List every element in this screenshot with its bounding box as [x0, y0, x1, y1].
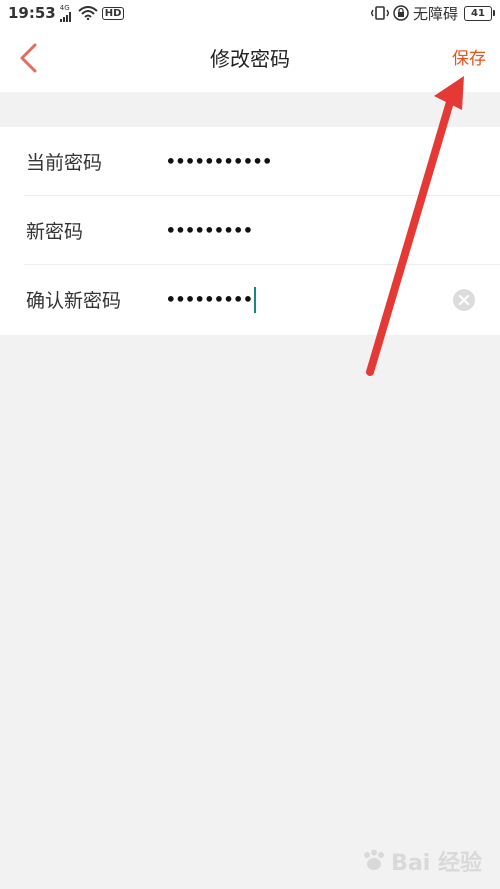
- page-title: 修改密码: [210, 47, 290, 71]
- status-left: 19:53 4G HD: [8, 3, 125, 22]
- clear-input-button[interactable]: [452, 288, 476, 312]
- vibrate-icon: [370, 6, 389, 20]
- baidu-watermark: Bai 经验: [361, 845, 482, 877]
- confirm-password-row[interactable]: 确认新密码 •••••••••: [0, 265, 500, 334]
- new-password-row[interactable]: 新密码 •••••••••: [0, 196, 500, 265]
- current-password-input[interactable]: •••••••••••: [166, 152, 272, 171]
- status-right: 无障碍 41: [370, 3, 495, 24]
- watermark-text: Bai 经验: [391, 851, 482, 876]
- new-password-input[interactable]: •••••••••: [166, 221, 253, 240]
- header-bar: 修改密码 保存: [0, 26, 500, 92]
- confirm-password-input[interactable]: •••••••••: [166, 286, 256, 313]
- confirm-password-label: 确认新密码: [26, 290, 122, 312]
- new-password-label: 新密码: [26, 221, 84, 243]
- lock-rotation-icon: [393, 5, 409, 21]
- status-time: 19:53: [8, 4, 56, 22]
- current-password-row[interactable]: 当前密码 •••••••••••: [0, 127, 500, 196]
- battery-indicator: 41: [464, 5, 495, 21]
- network-indicator: 4G: [59, 3, 74, 22]
- accessibility-label: 无障碍: [412, 4, 458, 23]
- confirm-password-value: •••••••••: [166, 290, 253, 309]
- current-password-label: 当前密码: [26, 152, 103, 174]
- wifi-icon: [78, 6, 98, 20]
- status-bar: 19:53 4G HD 无障碍 41: [0, 0, 500, 26]
- network-type: 4G: [59, 3, 70, 12]
- signal-icon: [59, 11, 71, 22]
- clear-icon: [453, 288, 475, 311]
- text-cursor: [253, 286, 256, 313]
- paw-icon: [364, 849, 385, 870]
- hd-badge: HD: [101, 6, 125, 20]
- password-form: 当前密码 ••••••••••• 新密码 ••••••••• 确认新密码 •••…: [0, 127, 500, 335]
- save-button[interactable]: 保存: [452, 26, 486, 92]
